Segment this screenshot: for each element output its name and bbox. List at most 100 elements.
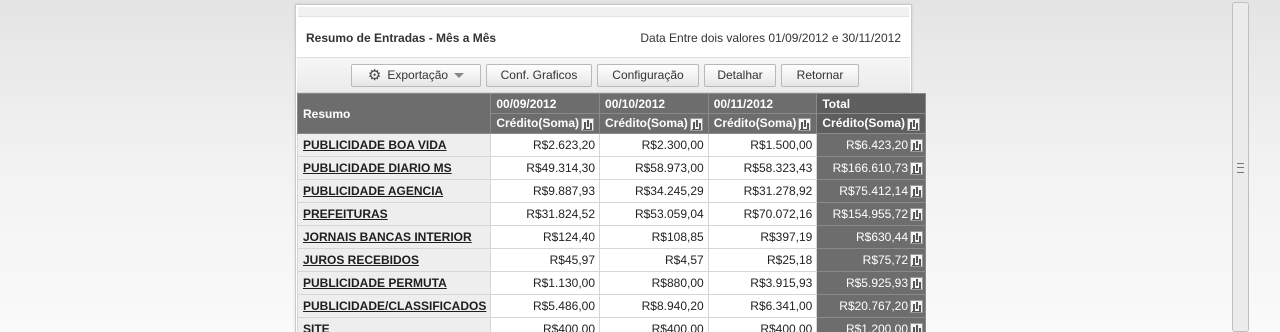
bar-chart-icon[interactable] [907, 117, 921, 131]
row-label-cell: PUBLICIDADE AGENCIA [296, 179, 492, 203]
total-value: R$1.200,00 [845, 321, 909, 332]
table-row: PREFEITURAS R$31.824,52 R$53.059,04 R$70… [296, 202, 927, 226]
row-link[interactable]: PUBLICIDADE AGENCIA [303, 184, 443, 198]
value-cell: R$397,19 [707, 225, 818, 249]
gear-icon: ⚙ [367, 66, 382, 84]
vertical-scrollbar[interactable] [1232, 2, 1249, 332]
column-total-header: Total [816, 93, 927, 114]
row-link[interactable]: PREFEITURAS [303, 207, 388, 221]
value-cell: R$70.072,16 [707, 202, 818, 226]
value-cell: R$9.887,93 [490, 179, 601, 203]
total-cell: R$5.925,93 [816, 271, 927, 295]
value-cell: R$34.245,29 [599, 179, 709, 203]
row-label-cell: PUBLICIDADE DIARIO MS [296, 156, 492, 180]
column-period-header: 00/11/2012 [707, 93, 818, 114]
value-cell: R$58.973,00 [599, 156, 709, 180]
bar-chart-icon[interactable] [910, 300, 924, 314]
row-label-cell: PUBLICIDADE PERMUTA [296, 271, 492, 295]
total-cell: R$20.767,20 [816, 294, 927, 318]
row-label-cell: JORNAIS BANCAS INTERIOR [296, 225, 492, 249]
value-cell: R$400,00 [490, 317, 601, 332]
value-cell: R$31.278,92 [707, 179, 818, 203]
total-value: R$166.610,73 [832, 160, 909, 175]
bar-chart-icon[interactable] [910, 277, 924, 291]
measure-label: Crédito(Soma) [605, 116, 688, 131]
row-link[interactable]: JUROS RECEBIDOS [303, 253, 419, 267]
value-cell: R$25,18 [707, 248, 818, 272]
row-link[interactable]: SITE [303, 322, 330, 332]
configuration-button[interactable]: Configuração [597, 64, 699, 87]
bar-chart-icon[interactable] [581, 117, 595, 131]
measure-header: Crédito(Soma) [599, 113, 709, 134]
table-row: SITE R$400,00 R$400,00 R$400,00 R$1.200,… [296, 317, 927, 332]
value-cell: R$45,97 [490, 248, 601, 272]
panel-header-bar [298, 7, 909, 17]
bar-chart-icon[interactable] [910, 139, 924, 153]
value-cell: R$5.486,00 [490, 294, 601, 318]
table-row: PUBLICIDADE AGENCIA R$9.887,93 R$34.245,… [296, 179, 927, 203]
export-button[interactable]: ⚙ Exportação [351, 64, 481, 87]
summary-table: Resumo 00/09/2012 00/10/2012 00/11/2012 … [296, 93, 927, 332]
measure-label: Crédito(Soma) [822, 116, 906, 131]
table-row: PUBLICIDADE BOA VIDA R$2.623,20 R$2.300,… [296, 133, 927, 157]
row-link[interactable]: PUBLICIDADE/CLASSIFICADOS [303, 299, 486, 313]
toolbar: ⚙ Exportação Conf. Graficos Configuração … [297, 57, 910, 93]
value-cell: R$58.323,43 [707, 156, 818, 180]
value-cell: R$2.623,20 [490, 133, 601, 157]
row-label-cell: PREFEITURAS [296, 202, 492, 226]
total-value: R$75.412,14 [839, 183, 909, 198]
total-value: R$630,44 [855, 229, 909, 244]
value-cell: R$53.059,04 [599, 202, 709, 226]
report-panel: Resumo de Entradas - Mês a Mês Data Entr… [295, 4, 927, 332]
value-cell: R$49.314,30 [490, 156, 601, 180]
bar-chart-icon[interactable] [689, 117, 703, 131]
total-cell: R$75,72 [816, 248, 927, 272]
value-cell: R$6.341,00 [707, 294, 818, 318]
bar-chart-icon[interactable] [910, 185, 924, 199]
value-cell: R$2.300,00 [599, 133, 709, 157]
measure-header: Crédito(Soma) [490, 113, 601, 134]
total-value: R$75,72 [862, 252, 909, 267]
measure-label: Crédito(Soma) [713, 116, 797, 131]
bar-chart-icon[interactable] [910, 231, 924, 245]
value-cell: R$1.500,00 [707, 133, 818, 157]
value-cell: R$8.940,20 [599, 294, 709, 318]
back-button[interactable]: Retornar [781, 64, 859, 87]
value-cell: R$400,00 [599, 317, 709, 332]
bar-chart-icon[interactable] [910, 162, 924, 176]
row-label-cell: PUBLICIDADE/CLASSIFICADOS [296, 294, 492, 318]
total-cell: R$154.955,72 [816, 202, 927, 226]
row-link[interactable]: PUBLICIDADE PERMUTA [303, 276, 447, 290]
row-label-cell: PUBLICIDADE BOA VIDA [296, 133, 492, 157]
row-link[interactable]: PUBLICIDADE DIARIO MS [303, 161, 452, 175]
table-row: JUROS RECEBIDOS R$45,97 R$4,57 R$25,18 R… [296, 248, 927, 272]
row-label-cell: SITE [296, 317, 492, 332]
value-cell: R$4,57 [599, 248, 709, 272]
total-value: R$5.925,93 [845, 275, 909, 290]
scroll-grip-icon [1237, 163, 1244, 173]
value-cell: R$1.130,00 [490, 271, 601, 295]
bar-chart-icon[interactable] [910, 254, 924, 268]
measure-label: Crédito(Soma) [496, 116, 580, 131]
column-period-header: 00/10/2012 [599, 93, 709, 114]
detail-button[interactable]: Detalhar [704, 64, 776, 87]
report-title: Resumo de Entradas - Mês a Mês [306, 31, 497, 45]
total-cell: R$630,44 [816, 225, 927, 249]
row-link[interactable]: PUBLICIDADE BOA VIDA [303, 138, 447, 152]
total-cell: R$1.200,00 [816, 317, 927, 332]
table-row: PUBLICIDADE PERMUTA R$1.130,00 R$880,00 … [296, 271, 927, 295]
total-cell: R$166.610,73 [816, 156, 927, 180]
column-period-header: 00/09/2012 [490, 93, 601, 114]
bar-chart-icon[interactable] [910, 208, 924, 222]
chart-config-button[interactable]: Conf. Graficos [486, 64, 592, 87]
total-cell: R$75.412,14 [816, 179, 927, 203]
bar-chart-icon[interactable] [798, 117, 812, 131]
value-cell: R$108,85 [599, 225, 709, 249]
value-cell: R$880,00 [599, 271, 709, 295]
bar-chart-icon[interactable] [910, 323, 924, 332]
row-link[interactable]: JORNAIS BANCAS INTERIOR [303, 230, 472, 244]
table-row: PUBLICIDADE/CLASSIFICADOS R$5.486,00 R$8… [296, 294, 927, 318]
measure-header: Crédito(Soma) [707, 113, 818, 134]
chevron-down-icon [454, 73, 465, 79]
row-label-cell: JUROS RECEBIDOS [296, 248, 492, 272]
